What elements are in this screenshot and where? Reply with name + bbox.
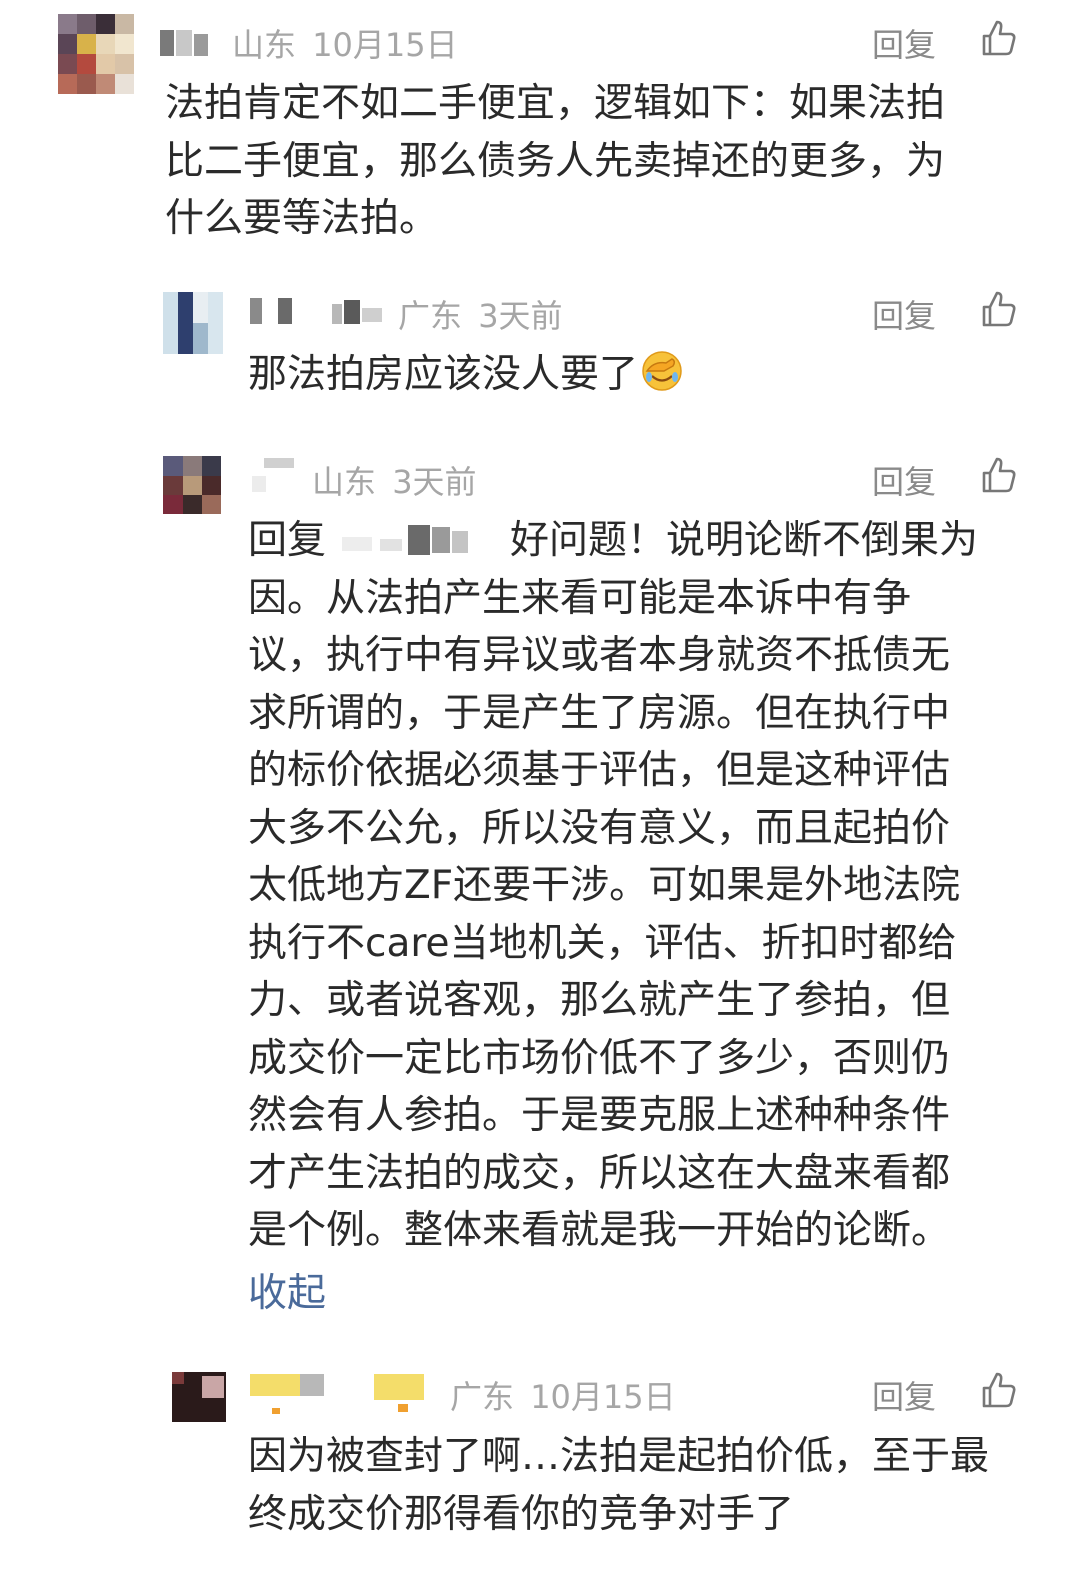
comment-line: 终成交价那得看你的竞争对手了 bbox=[248, 1491, 795, 1537]
comment-line: 大多不公允，所以没有意义，而且起拍价 bbox=[248, 805, 951, 851]
collapse-link[interactable]: 收起 bbox=[248, 1262, 326, 1318]
comment-line: 然会有人参拍。于是要克服上述种种条件 bbox=[248, 1093, 951, 1138]
location: 山东 bbox=[232, 26, 297, 64]
comment-body: 那法拍房应该没人要了 bbox=[248, 346, 684, 404]
timestamp: 10月15日 bbox=[530, 1378, 676, 1416]
facepalm-emoji-icon bbox=[642, 351, 682, 391]
location: 广东 bbox=[450, 1378, 515, 1416]
comment-body: 法拍肯定不如二手便宜，逻辑如下：如果法拍 比二手便宜，那么债务人先卖掉还的更多，… bbox=[165, 75, 945, 248]
comment-line: 执行不care当地机关，评估、折扣时都给 bbox=[248, 920, 957, 966]
comment-meta: 山东 3天前 bbox=[312, 457, 477, 503]
timestamp: 3天前 bbox=[392, 463, 477, 501]
avatar[interactable] bbox=[163, 456, 221, 514]
comment-line: 因。从法拍产生来看可能是本诉中有争 bbox=[248, 575, 912, 621]
username-blurred[interactable] bbox=[250, 296, 385, 326]
avatar[interactable] bbox=[163, 292, 223, 354]
comment-text: 那法拍房应该没人要了 bbox=[248, 352, 639, 397]
comment-body: 回复 好问题！说明论断不倒果为 因。从法拍产生来看可能是本诉中有争 议，执行中有… bbox=[248, 512, 978, 1260]
avatar[interactable] bbox=[58, 14, 134, 94]
comment-meta: 广东 10月15日 bbox=[450, 1372, 676, 1418]
timestamp: 3天前 bbox=[478, 297, 563, 335]
comment-line: 因为被查封了啊…法拍是起拍价低，至于最 bbox=[248, 1434, 990, 1479]
avatar[interactable] bbox=[172, 1372, 226, 1422]
comment-meta: 广东 3天前 bbox=[398, 291, 563, 337]
username-blurred[interactable] bbox=[250, 456, 298, 496]
comment-line: 的标价依据必须基于评估，但是这种评估 bbox=[248, 748, 951, 793]
thumbs-up-icon bbox=[982, 20, 1016, 56]
mention-username-blurred[interactable] bbox=[332, 521, 504, 559]
username-blurred[interactable] bbox=[250, 1372, 430, 1418]
username-blurred[interactable] bbox=[160, 26, 212, 58]
comment-line: 才产生法拍的成交，所以这在大盘来看都 bbox=[248, 1150, 951, 1196]
comment-line: 什么要等法拍。 bbox=[165, 196, 439, 241]
reply-button[interactable]: 回复 bbox=[872, 20, 936, 66]
comment-line: 比二手便宜，那么债务人先卖掉还的更多，为 bbox=[165, 138, 946, 184]
location: 广东 bbox=[398, 297, 463, 335]
thumbs-up-icon bbox=[982, 457, 1016, 493]
comment-line: 求所谓的，于是产生了房源。但在执行中 bbox=[248, 690, 951, 736]
comment-line: 是个例。整体来看就是我一开始的论断。 bbox=[248, 1208, 951, 1253]
like-button[interactable] bbox=[978, 1370, 1018, 1410]
thumbs-up-icon bbox=[982, 291, 1016, 327]
timestamp: 10月15日 bbox=[312, 26, 458, 64]
like-button[interactable] bbox=[978, 289, 1018, 329]
reply-button[interactable]: 回复 bbox=[872, 1372, 936, 1418]
location: 山东 bbox=[312, 463, 377, 501]
comment-text: 好问题！说明论断不倒果为 bbox=[510, 518, 979, 563]
comment-line: 法拍肯定不如二手便宜，逻辑如下：如果法拍 bbox=[165, 81, 946, 126]
comment-body: 因为被查封了啊…法拍是起拍价低，至于最 终成交价那得看你的竞争对手了 bbox=[248, 1428, 989, 1543]
reply-button[interactable]: 回复 bbox=[872, 457, 936, 503]
comment-line: 成交价一定比市场价低不了多少，否则仍 bbox=[248, 1035, 951, 1081]
like-button[interactable] bbox=[978, 455, 1018, 495]
comment-line: 太低地方ZF还要干涉。可如果是外地法院 bbox=[248, 863, 961, 908]
thumbs-up-icon bbox=[982, 1372, 1016, 1408]
comment-line: 议，执行中有异议或者本身就资不抵债无 bbox=[248, 633, 951, 678]
reply-button[interactable]: 回复 bbox=[872, 291, 936, 337]
reply-prefix: 回复 bbox=[248, 518, 327, 563]
like-button[interactable] bbox=[978, 18, 1018, 58]
comment-meta: 山东 10月15日 bbox=[232, 20, 458, 66]
comment-line: 力、或者说客观，那么就产生了参拍，但 bbox=[248, 978, 951, 1023]
